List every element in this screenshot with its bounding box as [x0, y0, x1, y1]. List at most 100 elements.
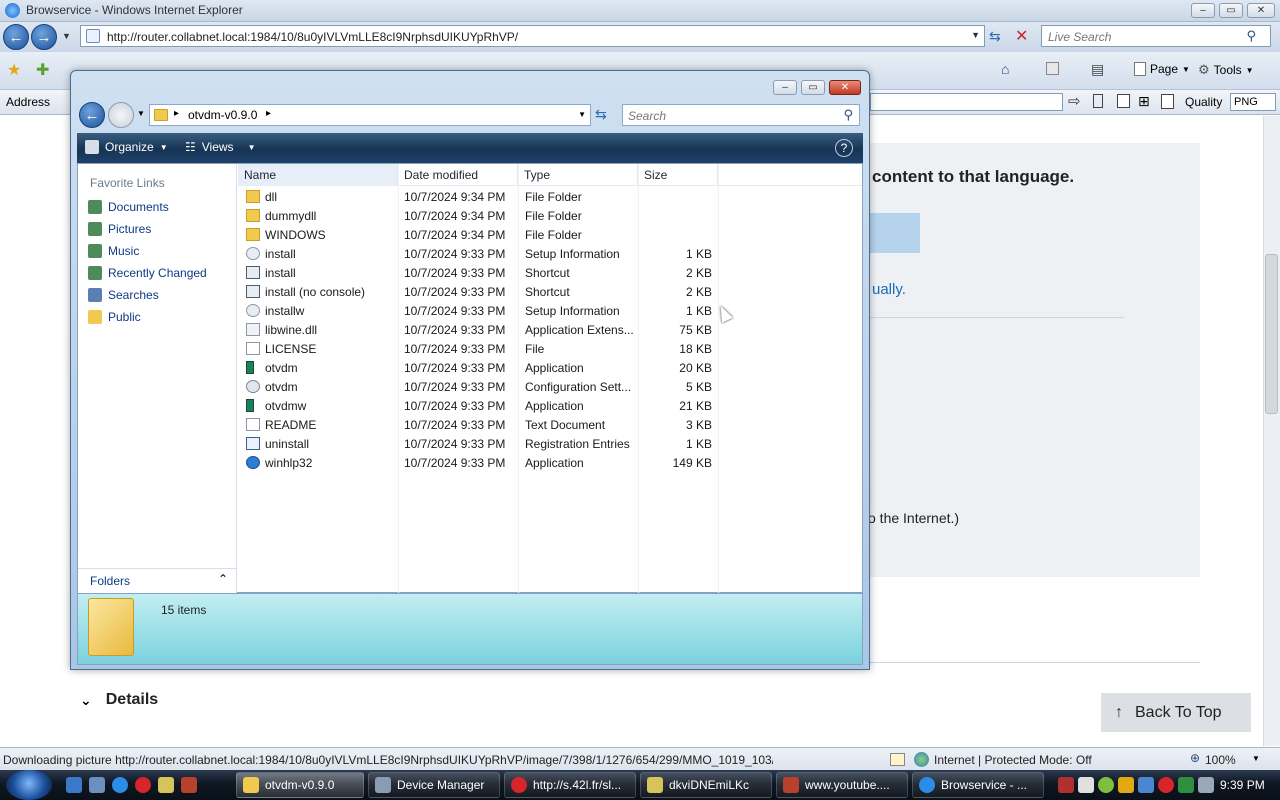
tools-menu[interactable]: ⚙ Tools ▼: [1198, 62, 1254, 78]
explorer-back-button[interactable]: ←: [79, 102, 105, 128]
file-row[interactable]: otvdmw 10/7/2024 9:33 PM Application 21 KB: [238, 397, 718, 416]
help-icon[interactable]: ?: [835, 139, 853, 157]
path-dropdown-icon[interactable]: ▼: [578, 110, 586, 119]
recent-pages-dropdown-icon[interactable]: ▼: [137, 109, 145, 118]
file-row[interactable]: installw 10/7/2024 9:33 PM Setup Informati…: [238, 302, 718, 321]
live-search-input[interactable]: Live Search ⚲: [1041, 25, 1271, 47]
manual-link[interactable]: ually.: [872, 281, 906, 298]
bookmark-icon[interactable]: [1093, 94, 1103, 108]
file-row[interactable]: otvdm 10/7/2024 9:33 PM Application 20 KB: [238, 359, 718, 378]
page-menu[interactable]: Page ▼: [1134, 62, 1190, 76]
url-dropdown-icon[interactable]: ▼: [971, 30, 980, 40]
details-toggle[interactable]: ⌄ Details: [80, 691, 158, 709]
explorer-maximize-button[interactable]: ▭: [801, 80, 825, 95]
explorer-refresh-icon[interactable]: ⇆: [595, 106, 607, 123]
start-button[interactable]: [6, 770, 52, 800]
add-favorites-icon[interactable]: ✚: [36, 60, 49, 80]
page-scrollbar[interactable]: [1263, 116, 1280, 746]
maximize-button[interactable]: ▭: [1219, 3, 1243, 18]
search-icon[interactable]: ⚲: [843, 107, 853, 123]
favorite-link-pictures[interactable]: Pictures: [88, 219, 151, 239]
file-row[interactable]: install (no console) 10/7/2024 9:33 PM Sho…: [238, 283, 718, 302]
volume-icon[interactable]: [1198, 777, 1214, 793]
explorer-minimize-button[interactable]: –: [773, 80, 797, 95]
url-bar[interactable]: http://router.collabnet.local:1984/10/8u…: [80, 25, 985, 47]
feeds-icon[interactable]: [1046, 62, 1059, 75]
favorite-link-music[interactable]: Music: [88, 241, 139, 261]
popup-blocker-icon[interactable]: [890, 753, 905, 766]
file-row[interactable]: WINDOWS 10/7/2024 9:34 PM File Folder: [238, 226, 718, 245]
tray-app-icon[interactable]: [1058, 777, 1074, 793]
task-youtube[interactable]: www.youtube....: [776, 772, 908, 798]
address-input[interactable]: [870, 93, 1063, 111]
explorer-forward-button[interactable]: [108, 102, 134, 128]
refresh-icon[interactable]: ⇆: [989, 28, 1001, 45]
network-icon[interactable]: [1178, 777, 1194, 793]
tray-app-icon[interactable]: [1118, 777, 1134, 793]
forward-button[interactable]: →: [31, 24, 57, 50]
file-row[interactable]: uninstall 10/7/2024 9:33 PM Registration E…: [238, 435, 718, 454]
url-text[interactable]: http://router.collabnet.local:1984/10/8u…: [107, 30, 518, 44]
file-row[interactable]: otvdm 10/7/2024 9:33 PM Configuration Sett…: [238, 378, 718, 397]
task-device-manager[interactable]: Device Manager: [368, 772, 500, 798]
tray-app-icon[interactable]: [1158, 777, 1174, 793]
favorite-link-public[interactable]: Public: [88, 307, 141, 327]
tray-app-icon[interactable]: [1098, 777, 1114, 793]
file-row[interactable]: install 10/7/2024 9:33 PM Setup Informatio…: [238, 245, 718, 264]
task-label: Device Manager: [397, 778, 485, 792]
clipboard-icon[interactable]: [1161, 94, 1174, 109]
favorite-link-recently-changed[interactable]: Recently Changed: [88, 263, 207, 283]
stop-icon[interactable]: ✕: [1015, 26, 1028, 46]
print-icon[interactable]: ▤: [1091, 61, 1104, 78]
go-arrow-icon[interactable]: ⇨: [1068, 92, 1081, 110]
favorite-link-searches[interactable]: Searches: [88, 285, 159, 305]
file-row[interactable]: LICENSE 10/7/2024 9:33 PM File 18 KB: [238, 340, 718, 359]
file-row[interactable]: dll 10/7/2024 9:34 PM File Folder: [238, 188, 718, 207]
task-browservice[interactable]: Browservice - ...: [912, 772, 1044, 798]
column-header-type[interactable]: Type: [518, 164, 638, 186]
task-media[interactable]: dkviDNEmiLKc: [640, 772, 772, 798]
app-quicklaunch-icon[interactable]: [181, 777, 197, 793]
back-to-top-button[interactable]: ↑ Back To Top: [1101, 693, 1251, 732]
file-row[interactable]: README 10/7/2024 9:33 PM Text Document 3 KB: [238, 416, 718, 435]
breadcrumb-folder[interactable]: otvdm-v0.9.0: [188, 108, 257, 122]
file-row[interactable]: libwine.dll 10/7/2024 9:33 PM Application …: [238, 321, 718, 340]
clock[interactable]: 9:39 PM: [1220, 778, 1265, 792]
history-dropdown-icon[interactable]: ▼: [62, 31, 71, 41]
folders-pane-toggle[interactable]: Folders ⌃: [78, 568, 237, 592]
search-icon[interactable]: ⚲: [1246, 28, 1256, 44]
views-button[interactable]: ☷ Views ▼: [185, 140, 255, 154]
task-opera[interactable]: http://s.42l.fr/sl...: [504, 772, 636, 798]
favorite-link-documents[interactable]: Documents: [88, 197, 169, 217]
security-zone[interactable]: Internet | Protected Mode: Off: [934, 753, 1092, 767]
file-row[interactable]: dummydll 10/7/2024 9:34 PM File Folder: [238, 207, 718, 226]
explorer-close-button[interactable]: ✕: [829, 80, 861, 95]
back-button[interactable]: ←: [3, 24, 29, 50]
chevron-down-icon[interactable]: ▼: [1252, 754, 1260, 763]
quality-select[interactable]: PNG: [1230, 93, 1276, 111]
zoom-level[interactable]: 100%: [1205, 753, 1236, 767]
shield-icon[interactable]: [1138, 777, 1154, 793]
minimize-button[interactable]: –: [1191, 3, 1215, 18]
home-icon[interactable]: ⌂: [1001, 61, 1009, 77]
organize-button[interactable]: Organize ▼: [85, 140, 168, 154]
column-header-name[interactable]: Name: [238, 164, 398, 186]
opera-quicklaunch-icon[interactable]: [135, 777, 151, 793]
find-icon[interactable]: ⊞: [1138, 93, 1150, 110]
column-header-date[interactable]: Date modified: [398, 164, 518, 186]
save-icon[interactable]: [1117, 94, 1130, 108]
show-desktop-icon[interactable]: [66, 777, 82, 793]
column-header-size[interactable]: Size: [638, 164, 718, 186]
ie-quicklaunch-icon[interactable]: [112, 777, 128, 793]
explorer-path-bar[interactable]: ▸ otvdm-v0.9.0 ▸ ▼: [149, 104, 591, 126]
file-row[interactable]: winhlp32 10/7/2024 9:33 PM Application 149 …: [238, 454, 718, 473]
tray-app-icon[interactable]: [1078, 777, 1094, 793]
media-quicklaunch-icon[interactable]: [158, 777, 174, 793]
switch-windows-icon[interactable]: [89, 777, 105, 793]
task-otvdm[interactable]: otvdm-v0.9.0: [236, 772, 364, 798]
page-scroll-thumb[interactable]: [1265, 254, 1278, 414]
file-row[interactable]: install 10/7/2024 9:33 PM Shortcut 2 KB: [238, 264, 718, 283]
close-window-button[interactable]: ✕: [1247, 3, 1275, 18]
explorer-search-input[interactable]: Search ⚲: [622, 104, 860, 126]
favorites-star-icon[interactable]: ★: [7, 60, 21, 80]
